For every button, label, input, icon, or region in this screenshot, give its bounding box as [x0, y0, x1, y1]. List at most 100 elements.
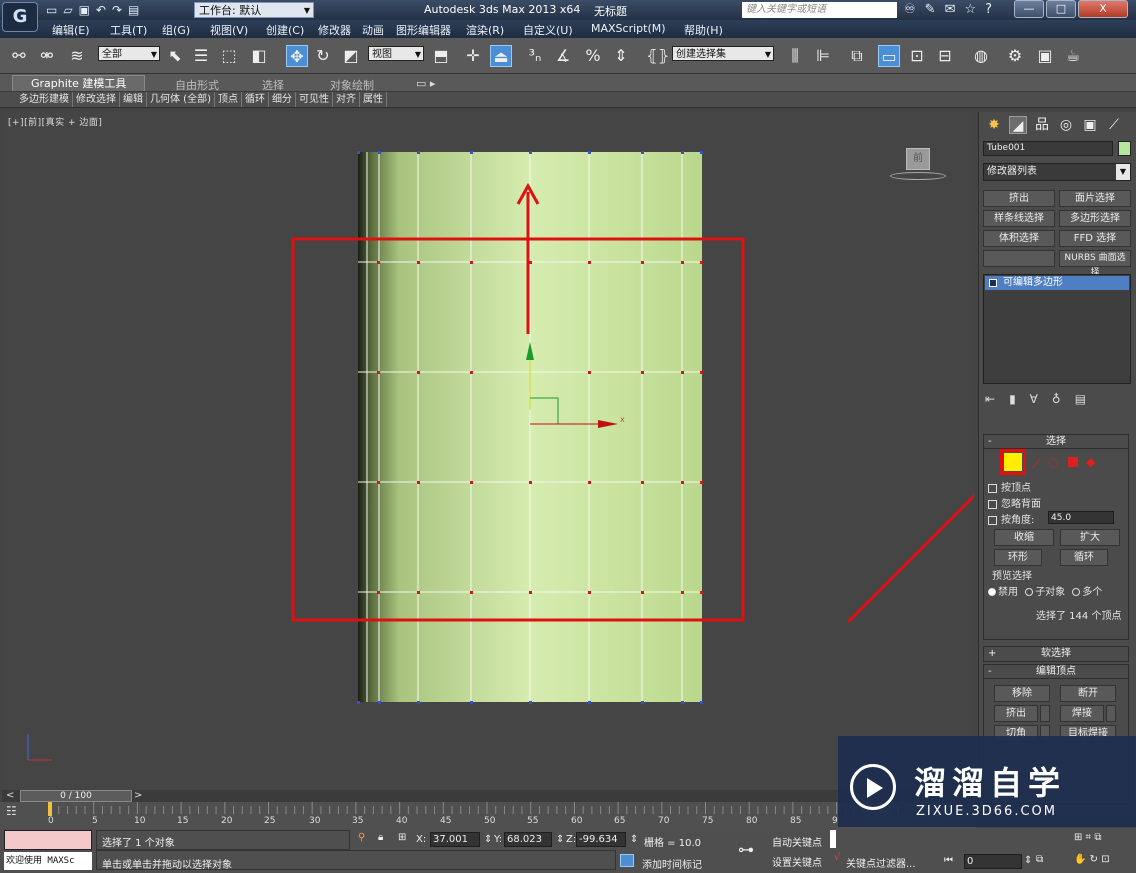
redo-icon[interactable]: ↷: [112, 3, 122, 17]
subtab-polygon-modeling[interactable]: 多边形建模: [16, 92, 73, 107]
spinner-snap-icon[interactable]: ⇕: [610, 45, 632, 67]
app-logo-button[interactable]: G: [2, 2, 38, 32]
track-bar[interactable]: ☷ 0 5 10 15 20 25 30 35 40 45 50 55 60 6…: [0, 802, 976, 828]
element-subobject-icon[interactable]: ◆: [1086, 455, 1095, 469]
align-icon[interactable]: ⊫: [812, 45, 834, 67]
subtab-properties[interactable]: 属性: [360, 92, 387, 107]
edit-named-selection-icon[interactable]: ⦃⦄: [646, 45, 669, 67]
subtab-geometry-all[interactable]: 几何体 (全部): [147, 92, 215, 107]
select-by-name-icon[interactable]: ☰: [190, 45, 212, 67]
front-viewport[interactable]: [+][前][真实 + 边面] x 前: [2, 112, 974, 792]
modifier-list-select[interactable]: 修改器列表 ▼: [983, 163, 1131, 181]
tab-selection[interactable]: 选择: [262, 77, 284, 93]
maxscript-listener-mini[interactable]: [4, 830, 92, 850]
border-subobject-icon[interactable]: ◌: [1048, 455, 1058, 469]
project-folder-icon[interactable]: ▤: [128, 3, 139, 17]
ffd-select-button[interactable]: FFD 选择: [1059, 230, 1131, 247]
preview-disable-radio[interactable]: 禁用: [988, 587, 1018, 598]
key-mode-field[interactable]: [830, 830, 836, 848]
frame-spinner-icon[interactable]: ⇕: [1024, 855, 1032, 866]
mirror-icon[interactable]: ⫼: [784, 45, 806, 67]
reference-coordinate-select[interactable]: 视图 ▼: [368, 46, 424, 61]
undo-icon[interactable]: ↶: [96, 3, 106, 17]
current-frame-field[interactable]: 0: [964, 854, 1022, 869]
break-button[interactable]: 断开: [1060, 685, 1116, 702]
time-slider[interactable]: 0 / 100: [20, 790, 132, 802]
time-configuration-icon[interactable]: ⧉: [1036, 854, 1043, 865]
zoom-extents-icon[interactable]: ⊞ ⌗ ⧉: [1074, 832, 1102, 843]
subtab-subdivision[interactable]: 细分: [269, 92, 296, 107]
curve-editor-icon[interactable]: ⊡: [906, 45, 928, 67]
subtab-vertices[interactable]: 顶点: [215, 92, 242, 107]
loop-button[interactable]: 循环: [1060, 549, 1108, 566]
layer-manager-icon[interactable]: ⧉: [846, 45, 868, 67]
time-prev-icon[interactable]: <: [6, 790, 14, 801]
viewcube-front-face[interactable]: 前: [906, 148, 930, 170]
pivot-center-icon[interactable]: ⬒: [430, 45, 452, 67]
workspace-select[interactable]: 工作台: 默认 ▼: [194, 2, 314, 18]
material-editor-icon[interactable]: ◍: [970, 45, 992, 67]
subtab-edit[interactable]: 编辑: [120, 92, 147, 107]
subtab-align[interactable]: 对齐: [333, 92, 360, 107]
select-and-scale-icon[interactable]: ◩: [340, 45, 362, 67]
menu-views[interactable]: 视图(V): [210, 22, 248, 38]
menu-tools[interactable]: 工具(T): [110, 22, 147, 38]
angle-spinner[interactable]: 45.0: [1048, 511, 1114, 524]
ribbon-options-icon[interactable]: ▭ ▸: [416, 77, 435, 90]
current-frame-marker[interactable]: [48, 802, 52, 816]
patch-select-button[interactable]: 面片选择: [1059, 190, 1131, 207]
key-icon[interactable]: ⊶: [738, 840, 754, 859]
hierarchy-tab-icon[interactable]: 品: [1033, 116, 1051, 134]
empty-modifier-button[interactable]: [983, 250, 1055, 267]
x-coord-field[interactable]: 37.001: [430, 832, 480, 847]
key-filter-icon[interactable]: √: [834, 852, 840, 863]
remove-modifier-icon[interactable]: ♁: [1052, 392, 1061, 406]
utilities-tab-icon[interactable]: ⟋: [1105, 116, 1123, 134]
motion-tab-icon[interactable]: ◎: [1057, 116, 1075, 134]
shrink-button[interactable]: 收缩: [994, 529, 1054, 546]
menu-modifiers[interactable]: 修改器: [318, 22, 351, 38]
edge-subobject-icon[interactable]: ⟋: [1032, 457, 1040, 472]
menu-maxscript[interactable]: MAXScript(M): [591, 22, 666, 35]
render-production-icon[interactable]: ☕: [1062, 45, 1084, 67]
preview-multi-radio[interactable]: 多个: [1072, 587, 1102, 598]
render-setup-icon[interactable]: ⚙: [1004, 45, 1026, 67]
z-spinner-icon-2[interactable]: ⇕: [630, 834, 638, 845]
rendered-frame-icon[interactable]: ▣: [1034, 45, 1056, 67]
selection-filter-select[interactable]: 全部 ▼: [98, 46, 160, 61]
configure-sets-icon[interactable]: ▤: [1075, 392, 1086, 406]
save-file-icon[interactable]: ▣: [79, 3, 90, 17]
menu-customize[interactable]: 自定义(U): [523, 22, 573, 38]
select-and-manipulate-icon[interactable]: ✛: [462, 45, 484, 67]
create-tab-icon[interactable]: ✸: [985, 116, 1003, 134]
object-color-swatch[interactable]: [1118, 141, 1131, 156]
bind-space-warp-icon[interactable]: ≋: [66, 45, 88, 67]
window-crossing-icon[interactable]: ◧: [248, 45, 270, 67]
extrude-settings-button[interactable]: [1040, 705, 1050, 722]
ring-button[interactable]: 环形: [994, 549, 1042, 566]
display-tab-icon[interactable]: ▣: [1081, 116, 1099, 134]
select-and-rotate-icon[interactable]: ↻: [312, 45, 334, 67]
menu-help[interactable]: 帮助(H): [684, 22, 723, 38]
binoculars-icon[interactable]: ♾: [904, 2, 916, 17]
select-object-icon[interactable]: ⬉: [164, 45, 186, 67]
goto-start-icon[interactable]: ⏮: [944, 855, 953, 866]
minimize-button[interactable]: —: [1014, 0, 1044, 18]
subscription-icon[interactable]: ✎: [925, 2, 936, 17]
menu-edit[interactable]: 编辑(E): [52, 22, 90, 38]
subtab-modify-selection[interactable]: 修改选择: [73, 92, 120, 107]
remove-button[interactable]: 移除: [994, 685, 1050, 702]
poly-select-button[interactable]: 多边形选择: [1059, 210, 1131, 227]
grow-button[interactable]: 扩大: [1060, 529, 1120, 546]
z-spinner-icon[interactable]: ⇕: [556, 834, 564, 845]
by-vertex-checkbox[interactable]: 按顶点: [988, 479, 1031, 494]
weld-settings-button[interactable]: [1106, 705, 1116, 722]
menu-graph-editors[interactable]: 图形编辑器: [396, 22, 451, 38]
isolate-selection-icon[interactable]: ⚲: [358, 832, 365, 843]
link-icon[interactable]: ⚯: [8, 45, 30, 67]
search-input[interactable]: 键入关键字或短语: [742, 2, 897, 18]
y-coord-field[interactable]: 68.023: [504, 832, 552, 847]
menu-create[interactable]: 创建(C): [266, 22, 304, 38]
maxscript-listener-output[interactable]: 欢迎使用 MAXSc: [4, 852, 92, 870]
absolute-mode-icon[interactable]: ⊞: [398, 832, 406, 843]
